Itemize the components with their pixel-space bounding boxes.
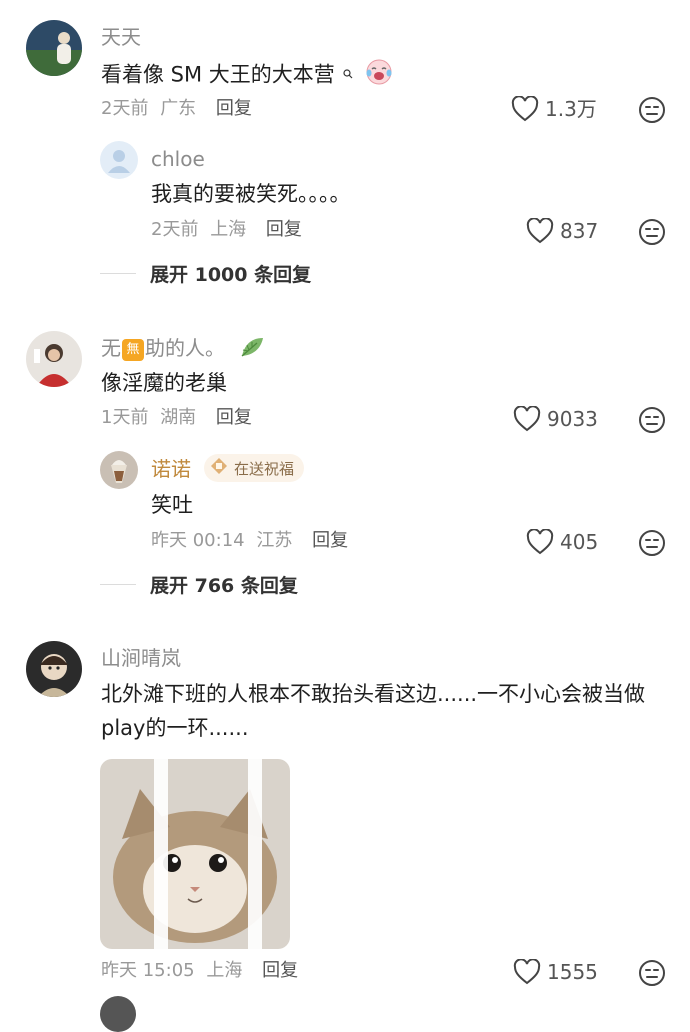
neutral-face-icon (639, 97, 665, 123)
avatar[interactable] (26, 331, 82, 387)
username[interactable]: 山涧晴岚 (101, 646, 181, 670)
like-button[interactable]: 1555 (513, 959, 598, 985)
dislike-button[interactable] (638, 959, 666, 987)
neutral-face-icon (639, 960, 665, 986)
divider-line (100, 584, 136, 585)
like-count: 1.3万 (545, 97, 597, 121)
comment-image-cat[interactable] (100, 759, 290, 949)
neutral-face-icon (639, 530, 665, 556)
search-icon[interactable] (342, 58, 353, 86)
like-button[interactable]: 837 (526, 218, 598, 244)
reply-button[interactable]: 回复 (262, 960, 298, 981)
heart-outline-icon (526, 218, 554, 244)
username-suffix: 助的人。 (145, 336, 225, 360)
reply-button[interactable]: 回复 (216, 98, 252, 119)
comment-meta: 2天前 广东 回复 (101, 97, 252, 121)
reply-button[interactable]: 回复 (216, 407, 252, 428)
heart-outline-icon (513, 959, 541, 985)
heart-outline-icon (511, 96, 539, 122)
expand-label: 展开 1000 条回复 (150, 264, 312, 286)
username[interactable]: 诺诺 (151, 457, 191, 481)
timestamp: 昨天 00:14 (151, 530, 245, 551)
avatar[interactable] (26, 20, 82, 76)
comment-text-line-2: play的一环...... (101, 716, 249, 740)
reply-button[interactable]: 回复 (266, 219, 302, 240)
avatar[interactable] (100, 996, 136, 1032)
location: 上海 (210, 219, 247, 240)
neutral-face-icon (639, 407, 665, 433)
dislike-button[interactable] (638, 218, 666, 246)
heart-outline-icon (513, 406, 541, 432)
username[interactable]: chloe (151, 147, 205, 171)
username-prefix: 无 (101, 336, 121, 360)
like-count: 9033 (547, 407, 598, 431)
like-button[interactable]: 9033 (513, 406, 598, 432)
comment-text-line-1: 北外滩下班的人根本不敢抬头看这边......一不小心会被当做 (101, 682, 646, 706)
timestamp: 昨天 15:05 (101, 960, 195, 981)
username[interactable]: 天天 (101, 25, 141, 49)
reply-meta: 2天前 上海 回复 (151, 218, 302, 242)
leaf-icon (239, 335, 265, 364)
like-button[interactable]: 1.3万 (511, 96, 597, 122)
timestamp: 1天前 (101, 407, 149, 428)
timestamp: 2天前 (101, 98, 149, 119)
reply-text: 我真的要被笑死。。。。 (151, 182, 351, 206)
like-count: 837 (560, 219, 599, 243)
reply-meta: 昨天 00:14 江苏 回复 (151, 529, 348, 553)
name-badge: 無 (122, 338, 144, 361)
comment-text: 像淫魔的老巢 (101, 371, 227, 395)
comment-text-content: 看着像 SM 大王的大本营 (101, 62, 335, 87)
location: 上海 (206, 960, 243, 981)
avatar[interactable] (26, 641, 82, 697)
divider-line (100, 273, 136, 274)
expand-replies-button[interactable]: 展开 766 条回复 (100, 571, 298, 598)
avatar[interactable] (100, 451, 138, 489)
username[interactable]: 无無助的人。 (101, 335, 265, 364)
avatar[interactable] (100, 141, 138, 179)
neutral-face-icon (639, 219, 665, 245)
dislike-button[interactable] (638, 96, 666, 124)
location: 广东 (160, 98, 197, 119)
like-button[interactable]: 405 (526, 529, 598, 555)
expand-label: 展开 766 条回复 (150, 575, 298, 597)
comment-meta: 1天前 湖南 回复 (101, 406, 252, 430)
gift-status-tag[interactable]: 在送祝福 (204, 454, 305, 482)
location: 湖南 (160, 407, 197, 428)
comment-text: 看着像 SM 大王的大本营 (101, 58, 393, 93)
tag-label: 在送祝福 (234, 459, 295, 478)
like-count: 1555 (547, 960, 598, 984)
comment-meta: 昨天 15:05 上海 回复 (101, 959, 298, 983)
timestamp: 2天前 (151, 219, 199, 240)
location: 江苏 (256, 530, 293, 551)
heart-outline-icon (526, 529, 554, 555)
expand-replies-button[interactable]: 展开 1000 条回复 (100, 260, 311, 287)
reply-button[interactable]: 回复 (312, 530, 348, 551)
laughing-crying-emoji-icon (365, 58, 393, 93)
like-count: 405 (560, 530, 599, 554)
gift-icon (210, 457, 228, 479)
dislike-button[interactable] (638, 406, 666, 434)
reply-text: 笑吐 (151, 493, 193, 517)
dislike-button[interactable] (638, 529, 666, 557)
